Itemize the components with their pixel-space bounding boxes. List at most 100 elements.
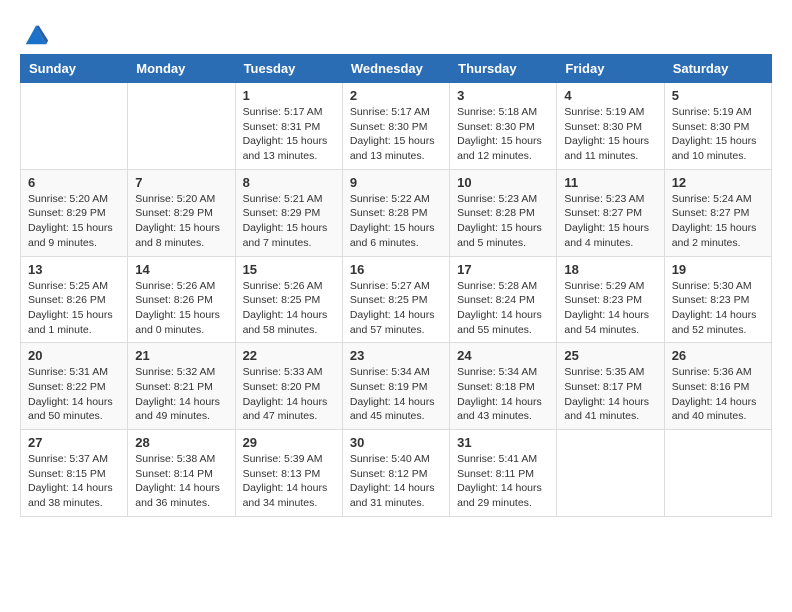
day-number: 29	[243, 435, 335, 450]
day-info: Sunrise: 5:23 AM Sunset: 8:28 PM Dayligh…	[457, 192, 549, 251]
calendar-cell: 12 Sunrise: 5:24 AM Sunset: 8:27 PM Dayli…	[664, 169, 771, 256]
calendar-cell: 6 Sunrise: 5:20 AM Sunset: 8:29 PM Daylig…	[21, 169, 128, 256]
calendar-cell: 3 Sunrise: 5:18 AM Sunset: 8:30 PM Daylig…	[450, 83, 557, 170]
day-info: Sunrise: 5:34 AM Sunset: 8:19 PM Dayligh…	[350, 365, 442, 424]
day-number: 16	[350, 262, 442, 277]
day-number: 19	[672, 262, 764, 277]
calendar-cell	[21, 83, 128, 170]
day-info: Sunrise: 5:37 AM Sunset: 8:15 PM Dayligh…	[28, 452, 120, 511]
day-number: 30	[350, 435, 442, 450]
weekday-header-wednesday: Wednesday	[342, 55, 449, 83]
day-info: Sunrise: 5:36 AM Sunset: 8:16 PM Dayligh…	[672, 365, 764, 424]
page: SundayMondayTuesdayWednesdayThursdayFrid…	[0, 0, 792, 527]
calendar-table: SundayMondayTuesdayWednesdayThursdayFrid…	[20, 54, 772, 517]
calendar-cell: 1 Sunrise: 5:17 AM Sunset: 8:31 PM Daylig…	[235, 83, 342, 170]
day-number: 12	[672, 175, 764, 190]
day-info: Sunrise: 5:26 AM Sunset: 8:26 PM Dayligh…	[135, 279, 227, 338]
day-number: 11	[564, 175, 656, 190]
week-row-1: 1 Sunrise: 5:17 AM Sunset: 8:31 PM Daylig…	[21, 83, 772, 170]
day-info: Sunrise: 5:31 AM Sunset: 8:22 PM Dayligh…	[28, 365, 120, 424]
day-number: 5	[672, 88, 764, 103]
day-info: Sunrise: 5:29 AM Sunset: 8:23 PM Dayligh…	[564, 279, 656, 338]
day-info: Sunrise: 5:17 AM Sunset: 8:31 PM Dayligh…	[243, 105, 335, 164]
week-row-4: 20 Sunrise: 5:31 AM Sunset: 8:22 PM Dayli…	[21, 343, 772, 430]
day-info: Sunrise: 5:28 AM Sunset: 8:24 PM Dayligh…	[457, 279, 549, 338]
day-number: 4	[564, 88, 656, 103]
weekday-header-row: SundayMondayTuesdayWednesdayThursdayFrid…	[21, 55, 772, 83]
calendar-cell: 7 Sunrise: 5:20 AM Sunset: 8:29 PM Daylig…	[128, 169, 235, 256]
day-number: 6	[28, 175, 120, 190]
day-info: Sunrise: 5:25 AM Sunset: 8:26 PM Dayligh…	[28, 279, 120, 338]
day-info: Sunrise: 5:40 AM Sunset: 8:12 PM Dayligh…	[350, 452, 442, 511]
calendar-cell: 26 Sunrise: 5:36 AM Sunset: 8:16 PM Dayli…	[664, 343, 771, 430]
day-number: 3	[457, 88, 549, 103]
calendar-cell	[557, 430, 664, 517]
calendar-cell: 24 Sunrise: 5:34 AM Sunset: 8:18 PM Dayli…	[450, 343, 557, 430]
day-info: Sunrise: 5:20 AM Sunset: 8:29 PM Dayligh…	[135, 192, 227, 251]
day-info: Sunrise: 5:23 AM Sunset: 8:27 PM Dayligh…	[564, 192, 656, 251]
calendar-cell: 23 Sunrise: 5:34 AM Sunset: 8:19 PM Dayli…	[342, 343, 449, 430]
calendar-cell: 31 Sunrise: 5:41 AM Sunset: 8:11 PM Dayli…	[450, 430, 557, 517]
calendar-cell: 10 Sunrise: 5:23 AM Sunset: 8:28 PM Dayli…	[450, 169, 557, 256]
day-info: Sunrise: 5:34 AM Sunset: 8:18 PM Dayligh…	[457, 365, 549, 424]
day-info: Sunrise: 5:39 AM Sunset: 8:13 PM Dayligh…	[243, 452, 335, 511]
day-number: 20	[28, 348, 120, 363]
logo-icon	[22, 20, 50, 48]
calendar-cell: 29 Sunrise: 5:39 AM Sunset: 8:13 PM Dayli…	[235, 430, 342, 517]
calendar-cell: 15 Sunrise: 5:26 AM Sunset: 8:25 PM Dayli…	[235, 256, 342, 343]
weekday-header-monday: Monday	[128, 55, 235, 83]
day-number: 2	[350, 88, 442, 103]
day-number: 14	[135, 262, 227, 277]
day-info: Sunrise: 5:26 AM Sunset: 8:25 PM Dayligh…	[243, 279, 335, 338]
day-number: 31	[457, 435, 549, 450]
day-info: Sunrise: 5:24 AM Sunset: 8:27 PM Dayligh…	[672, 192, 764, 251]
calendar-cell: 28Sunrise: 5:38 AM Sunset: 8:14 PM Dayli…	[128, 430, 235, 517]
calendar-cell: 18 Sunrise: 5:29 AM Sunset: 8:23 PM Dayli…	[557, 256, 664, 343]
week-row-3: 13 Sunrise: 5:25 AM Sunset: 8:26 PM Dayli…	[21, 256, 772, 343]
day-info: Sunrise: 5:20 AM Sunset: 8:29 PM Dayligh…	[28, 192, 120, 251]
day-number: 18	[564, 262, 656, 277]
weekday-header-tuesday: Tuesday	[235, 55, 342, 83]
day-info: Sunrise: 5:19 AM Sunset: 8:30 PM Dayligh…	[564, 105, 656, 164]
calendar-cell: 19 Sunrise: 5:30 AM Sunset: 8:23 PM Dayli…	[664, 256, 771, 343]
day-info: Sunrise: 5:33 AM Sunset: 8:20 PM Dayligh…	[243, 365, 335, 424]
calendar-cell: 30 Sunrise: 5:40 AM Sunset: 8:12 PM Dayli…	[342, 430, 449, 517]
calendar-cell: 4 Sunrise: 5:19 AM Sunset: 8:30 PM Daylig…	[557, 83, 664, 170]
calendar-cell: 2 Sunrise: 5:17 AM Sunset: 8:30 PM Daylig…	[342, 83, 449, 170]
day-info: Sunrise: 5:19 AM Sunset: 8:30 PM Dayligh…	[672, 105, 764, 164]
day-number: 24	[457, 348, 549, 363]
day-number: 7	[135, 175, 227, 190]
day-info: Sunrise: 5:30 AM Sunset: 8:23 PM Dayligh…	[672, 279, 764, 338]
day-number: 21	[135, 348, 227, 363]
day-info: Sunrise: 5:17 AM Sunset: 8:30 PM Dayligh…	[350, 105, 442, 164]
day-info: Sunrise: 5:21 AM Sunset: 8:29 PM Dayligh…	[243, 192, 335, 251]
weekday-header-thursday: Thursday	[450, 55, 557, 83]
calendar-cell: 17 Sunrise: 5:28 AM Sunset: 8:24 PM Dayli…	[450, 256, 557, 343]
day-number: 25	[564, 348, 656, 363]
day-number: 15	[243, 262, 335, 277]
day-number: 27	[28, 435, 120, 450]
day-info: Sunrise: 5:41 AM Sunset: 8:11 PM Dayligh…	[457, 452, 549, 511]
day-number: 13	[28, 262, 120, 277]
day-number: 26	[672, 348, 764, 363]
calendar-cell: 22 Sunrise: 5:33 AM Sunset: 8:20 PM Dayli…	[235, 343, 342, 430]
day-number: 28	[135, 435, 227, 450]
day-number: 22	[243, 348, 335, 363]
day-info: Sunrise: 5:35 AM Sunset: 8:17 PM Dayligh…	[564, 365, 656, 424]
day-info: Sunrise: 5:22 AM Sunset: 8:28 PM Dayligh…	[350, 192, 442, 251]
day-number: 10	[457, 175, 549, 190]
week-row-2: 6 Sunrise: 5:20 AM Sunset: 8:29 PM Daylig…	[21, 169, 772, 256]
day-info: Sunrise: 5:18 AM Sunset: 8:30 PM Dayligh…	[457, 105, 549, 164]
calendar-cell: 21Sunrise: 5:32 AM Sunset: 8:21 PM Dayli…	[128, 343, 235, 430]
weekday-header-saturday: Saturday	[664, 55, 771, 83]
day-number: 17	[457, 262, 549, 277]
calendar-cell: 20 Sunrise: 5:31 AM Sunset: 8:22 PM Dayli…	[21, 343, 128, 430]
header	[20, 20, 772, 42]
day-number: 1	[243, 88, 335, 103]
weekday-header-sunday: Sunday	[21, 55, 128, 83]
calendar-cell	[128, 83, 235, 170]
week-row-5: 27 Sunrise: 5:37 AM Sunset: 8:15 PM Dayli…	[21, 430, 772, 517]
day-number: 8	[243, 175, 335, 190]
calendar-cell: 27 Sunrise: 5:37 AM Sunset: 8:15 PM Dayli…	[21, 430, 128, 517]
day-number: 23	[350, 348, 442, 363]
